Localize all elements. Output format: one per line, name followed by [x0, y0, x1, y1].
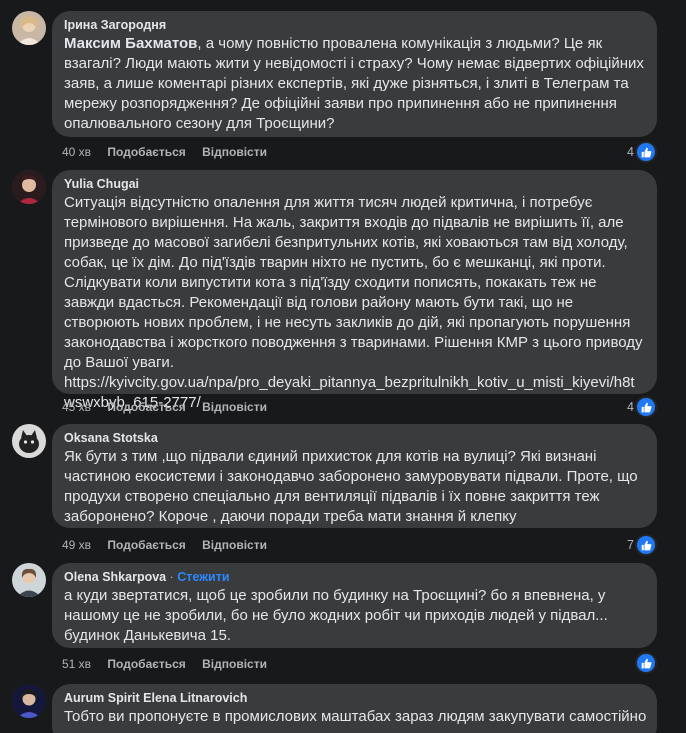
avatar[interactable] [12, 563, 46, 597]
comment-text: Тобто ви пропонуєте в промислових маштаб… [64, 708, 647, 725]
comment-author[interactable]: Oksana Stotska [64, 430, 645, 446]
comment-actions: 40 хв Подобається Відповісти [62, 144, 280, 160]
reaction-number: 4 [627, 400, 634, 414]
comment-author-line: Olena Shkarpova · Стежити [64, 569, 645, 585]
reaction-count[interactable] [634, 653, 655, 673]
avatar[interactable] [12, 170, 46, 204]
avatar[interactable] [12, 684, 46, 718]
like-button[interactable]: Подобається [107, 400, 185, 414]
comment-text: а куди звертатися, щоб це зробили по буд… [64, 587, 608, 644]
avatar[interactable] [12, 424, 46, 458]
mention-link[interactable]: Максим Бахматов [64, 35, 197, 52]
comment-time[interactable]: 40 хв [62, 145, 91, 159]
comments-feed: Ірина Загородня Максим Бахматов, а чому … [0, 0, 686, 733]
like-reaction-icon [637, 536, 655, 554]
reply-button[interactable]: Відповісти [202, 400, 267, 414]
comment-bubble: Ірина Загородня Максим Бахматов, а чому … [52, 11, 657, 137]
comment-text: Як бути з тим ,що підвали єдиний прихист… [64, 448, 638, 525]
like-reaction-icon [637, 143, 655, 161]
comment-author[interactable]: Ірина Загородня [64, 17, 645, 33]
comment-author[interactable]: Aurum Spirit Elena Litnarovich [64, 690, 645, 706]
comment-actions: 45 хв Подобається Відповісти [62, 399, 280, 415]
reaction-count[interactable]: 7 [627, 535, 655, 555]
like-button[interactable]: Подобається [107, 145, 185, 159]
comment-bubble: Olena Shkarpova · Стежити а куди звертат… [52, 563, 657, 648]
comment-text: Ситуація відсутністю опалення для життя … [64, 194, 643, 411]
comment-author[interactable]: Yulia Chugai [64, 176, 645, 192]
comment-time[interactable]: 51 хв [62, 657, 91, 671]
like-reaction-icon [637, 654, 655, 672]
reply-button[interactable]: Відповісти [202, 657, 267, 671]
comment-time[interactable]: 49 хв [62, 538, 91, 552]
avatar[interactable] [12, 11, 46, 45]
reaction-number: 7 [627, 538, 634, 552]
comment-bubble: Aurum Spirit Elena Litnarovich Тобто ви … [52, 684, 657, 733]
comment-bubble: Yulia Chugai Ситуація відсутністю опален… [52, 170, 657, 411]
comment-time[interactable]: 45 хв [62, 400, 91, 414]
comment-bubble: Oksana Stotska Як бути з тим ,що підвали… [52, 424, 657, 528]
reaction-number: 4 [627, 145, 634, 159]
comment-actions: 51 хв Подобається Відповісти [62, 656, 280, 672]
reaction-count[interactable]: 4 [627, 397, 655, 417]
reaction-count[interactable]: 4 [627, 142, 655, 162]
comment-text: Максим Бахматов, а чому повністю провале… [64, 35, 644, 132]
follow-button[interactable]: Стежити [177, 570, 229, 584]
separator-dot: · [166, 570, 178, 584]
like-button[interactable]: Подобається [107, 538, 185, 552]
reply-button[interactable]: Відповісти [202, 145, 267, 159]
comment-author[interactable]: Olena Shkarpova [64, 570, 166, 584]
like-button[interactable]: Подобається [107, 657, 185, 671]
like-reaction-icon [637, 398, 655, 416]
comment-actions: 49 хв Подобається Відповісти [62, 537, 280, 553]
reply-button[interactable]: Відповісти [202, 538, 267, 552]
